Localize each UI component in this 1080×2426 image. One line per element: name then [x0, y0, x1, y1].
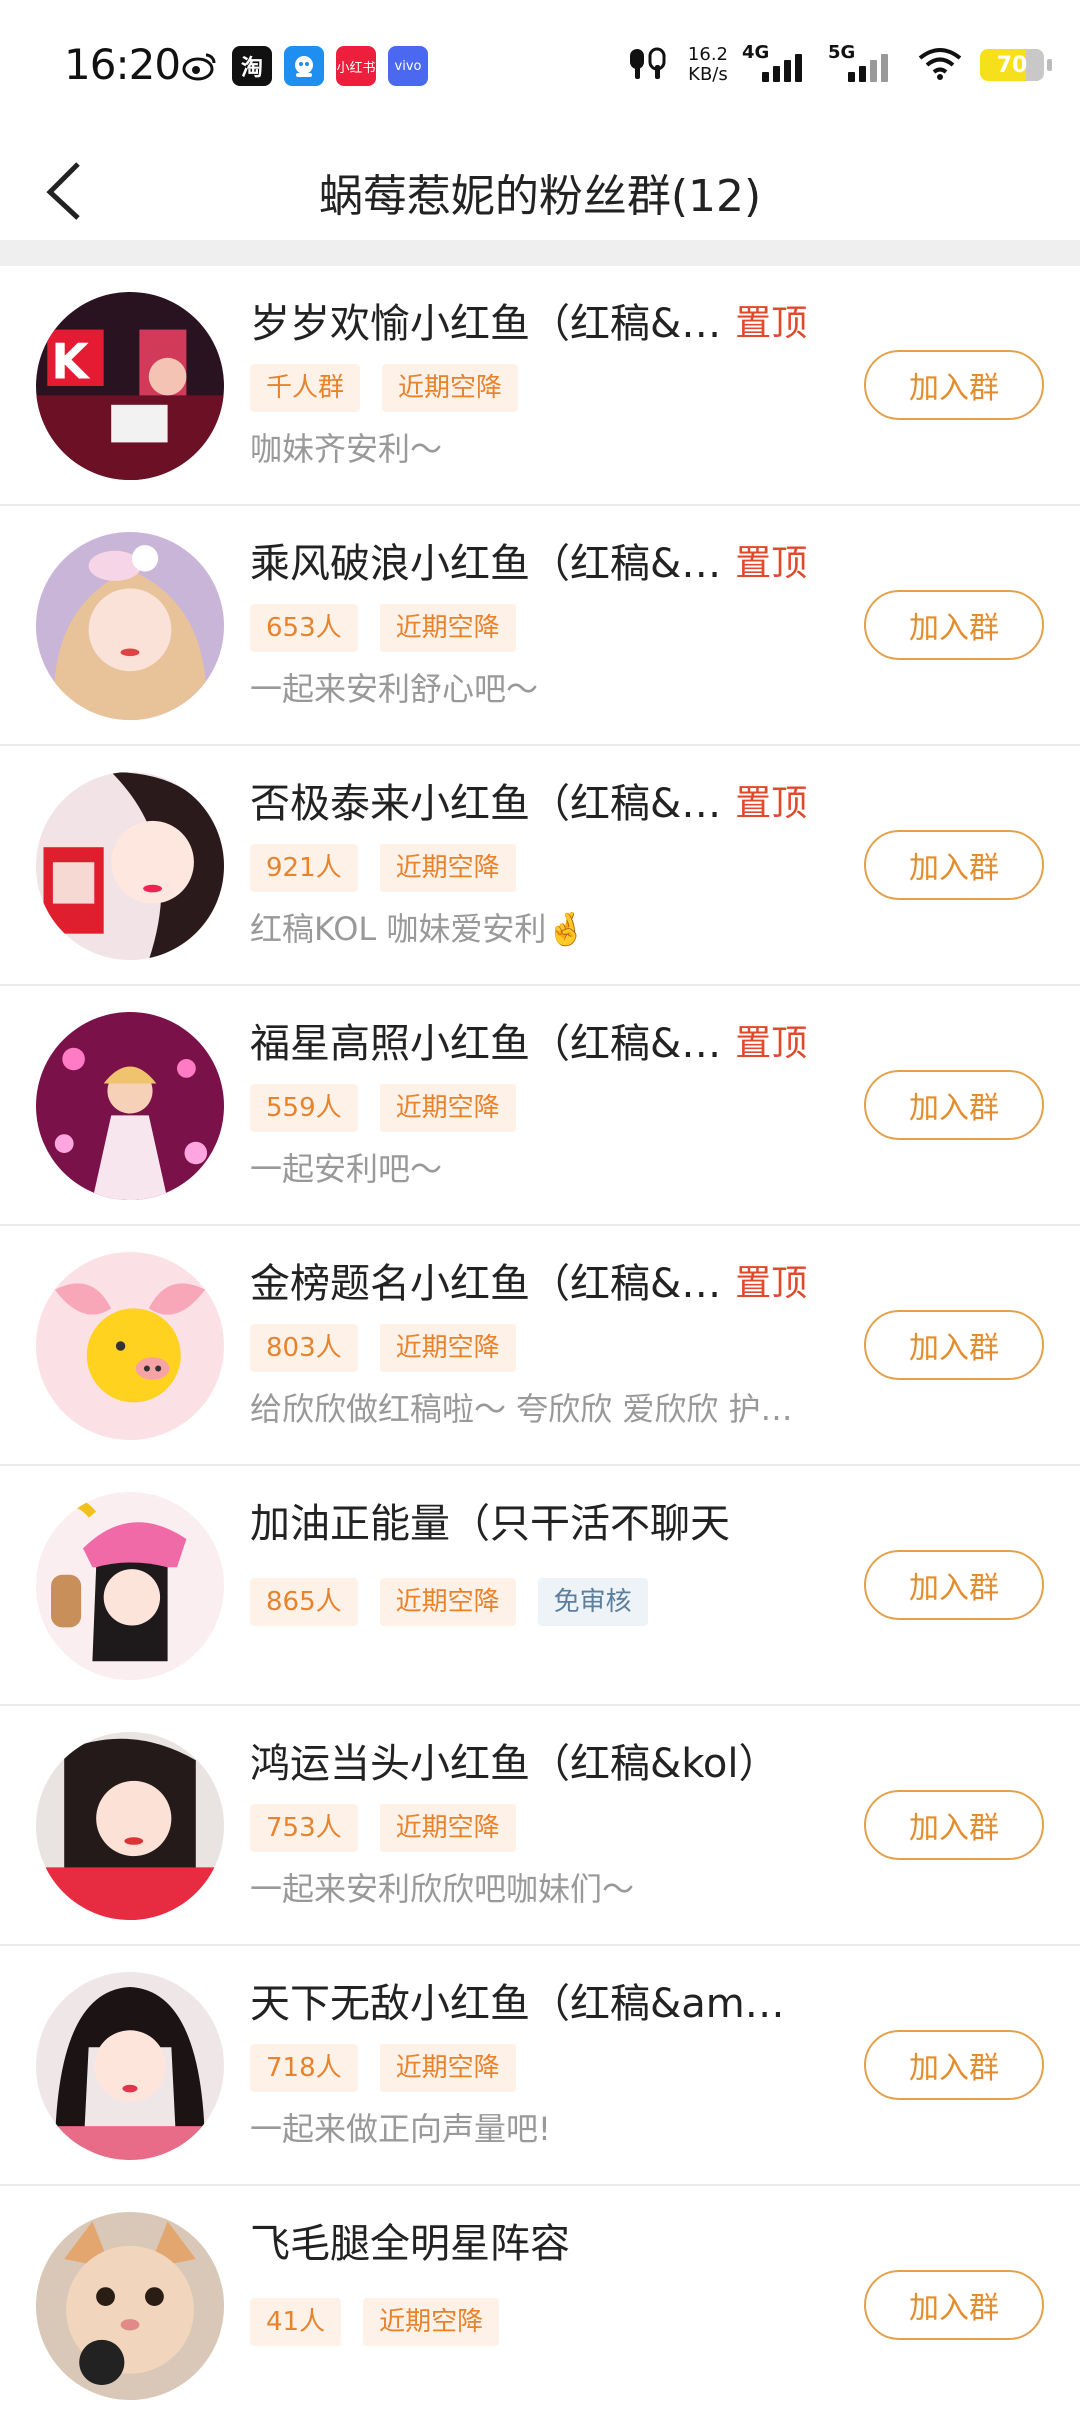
- member-count-tag: 559人: [250, 1084, 358, 1132]
- signal-4g-label: 4G: [742, 42, 770, 63]
- battery-icon: 70: [980, 49, 1052, 81]
- member-count-tag: 921人: [250, 844, 358, 892]
- join-group-button[interactable]: 加入群: [864, 1070, 1044, 1140]
- group-description: 红稿KOL 咖妹爱安利🤞: [250, 910, 587, 948]
- clock: 16:20: [64, 40, 181, 89]
- group-description: 一起来安利舒心吧～: [250, 670, 539, 708]
- wifi-icon: [918, 46, 962, 84]
- recent-tag: 近期空降: [379, 1578, 516, 1626]
- group-name: 飞毛腿全明星阵容: [250, 2221, 570, 2267]
- member-count-tag: 千人群: [250, 364, 361, 412]
- page-title: 蜗莓惹妮的粉丝群(12): [318, 171, 762, 222]
- group-row[interactable]: 否极泰来小红鱼（红稿&… 置顶 921人 近期空降 红稿KOL 咖妹爱安利🤞 加…: [0, 746, 1080, 986]
- group-avatar: [36, 1732, 224, 1920]
- recent-tag: 近期空降: [379, 1804, 516, 1852]
- pinned-label: 置顶: [735, 783, 808, 824]
- join-group-button[interactable]: 加入群: [864, 2270, 1044, 2340]
- group-row[interactable]: 乘风破浪小红鱼（红稿&… 置顶 653人 近期空降 一起来安利舒心吧～ 加入群: [0, 506, 1080, 746]
- join-group-button[interactable]: 加入群: [864, 350, 1044, 420]
- join-group-button[interactable]: 加入群: [864, 1790, 1044, 1860]
- member-count-tag: 653人: [250, 604, 358, 652]
- group-avatar: [36, 1972, 224, 2160]
- group-list: K 岁岁欢愉小红鱼（红稿&… 置顶 千人群 近期空降 咖妹齐安利～ 加入群 乘风…: [0, 266, 1080, 2426]
- group-name: 福星高照小红鱼（红稿&…: [250, 1021, 722, 1067]
- recent-tag: 近期空降: [363, 2298, 500, 2346]
- weibo-icon: [180, 46, 220, 86]
- status-right: 16.2 KB/s 4G 5G 70: [626, 40, 1052, 90]
- earbuds-icon: [626, 45, 670, 85]
- group-row[interactable]: 加油正能量（只干活不聊天 865人 近期空降 免审核 加入群: [0, 1466, 1080, 1706]
- member-count-tag: 753人: [250, 1804, 358, 1852]
- xiaohongshu-icon: 小红书: [336, 46, 376, 86]
- battery-level: 70: [996, 52, 1028, 78]
- join-group-button[interactable]: 加入群: [864, 1310, 1044, 1380]
- recent-tag: 近期空降: [379, 1324, 516, 1372]
- group-name: 岁岁欢愉小红鱼（红稿&…: [250, 301, 722, 347]
- group-name: 加油正能量（只干活不聊天: [250, 1501, 730, 1547]
- group-avatar: [36, 1492, 224, 1680]
- pinned-label: 置顶: [735, 1023, 808, 1064]
- vivo-icon: vivo: [388, 46, 428, 86]
- group-row[interactable]: 福星高照小红鱼（红稿&… 置顶 559人 近期空降 一起安利吧～ 加入群: [0, 986, 1080, 1226]
- taobao-icon: 淘: [232, 46, 272, 86]
- group-name: 乘风破浪小红鱼（红稿&…: [250, 541, 722, 587]
- recent-tag: 近期空降: [382, 364, 519, 412]
- recent-tag: 近期空降: [379, 1084, 516, 1132]
- recent-tag: 近期空降: [379, 2044, 516, 2092]
- member-count-tag: 803人: [250, 1324, 358, 1372]
- join-group-button[interactable]: 加入群: [864, 830, 1044, 900]
- group-name: 鸿运当头小红鱼（红稿&kol）: [250, 1741, 779, 1787]
- member-count-tag: 41人: [250, 2298, 342, 2346]
- recent-tag: 近期空降: [379, 604, 516, 652]
- group-row[interactable]: 金榜题名小红鱼（红稿&… 置顶 803人 近期空降 给欣欣做红稿啦～ 夸欣欣 爱…: [0, 1226, 1080, 1466]
- join-group-button[interactable]: 加入群: [864, 2030, 1044, 2100]
- svg-text:K: K: [51, 333, 91, 390]
- group-avatar: [36, 1012, 224, 1200]
- group-avatar: K: [36, 292, 224, 480]
- group-name: 否极泰来小红鱼（红稿&…: [250, 781, 722, 827]
- join-group-button[interactable]: 加入群: [864, 590, 1044, 660]
- group-avatar: [36, 2212, 224, 2400]
- group-description: 一起来做正向声量吧!: [250, 2110, 551, 2148]
- signal-5g-icon: 5G: [828, 42, 900, 82]
- member-count-tag: 865人: [250, 1578, 358, 1626]
- no-review-tag: 免审核: [537, 1578, 648, 1626]
- nav-header: 蜗莓惹妮的粉丝群(12): [0, 130, 1080, 240]
- group-row[interactable]: K 岁岁欢愉小红鱼（红稿&… 置顶 千人群 近期空降 咖妹齐安利～ 加入群: [0, 266, 1080, 506]
- divider: [0, 240, 1080, 266]
- recent-tag: 近期空降: [379, 844, 516, 892]
- group-row[interactable]: 飞毛腿全明星阵容 41人 近期空降 加入群: [0, 2186, 1080, 2426]
- robot-app-icon: [284, 46, 324, 86]
- signal-5g-label: 5G: [828, 42, 856, 63]
- net-speed: 16.2 KB/s: [688, 45, 728, 85]
- group-description: 给欣欣做红稿啦～ 夸欣欣 爱欣欣 护…: [250, 1390, 793, 1428]
- group-description: 咖妹齐安利～: [250, 430, 443, 468]
- join-group-button[interactable]: 加入群: [864, 1550, 1044, 1620]
- member-count-tag: 718人: [250, 2044, 358, 2092]
- net-speed-value: 16.2: [687, 44, 728, 65]
- pinned-label: 置顶: [735, 543, 808, 584]
- group-avatar: [36, 1252, 224, 1440]
- group-name: 金榜题名小红鱼（红稿&…: [250, 1261, 722, 1307]
- pinned-label: 置顶: [735, 303, 808, 344]
- group-avatar: [36, 532, 224, 720]
- status-bar: 16:20 淘 小红书 vivo 16.2 KB/s 4G 5G 70: [0, 0, 1080, 130]
- net-speed-unit: KB/s: [688, 64, 728, 85]
- group-name: 天下无敌小红鱼（红稿&am…: [250, 1981, 785, 2027]
- signal-4g-icon: 4G: [742, 42, 814, 82]
- pinned-label: 置顶: [735, 1263, 808, 1304]
- group-row[interactable]: 天下无敌小红鱼（红稿&am… 718人 近期空降 一起来做正向声量吧! 加入群: [0, 1946, 1080, 2186]
- group-description: 一起来安利欣欣吧咖妹们～: [250, 1870, 635, 1908]
- group-description: 一起安利吧～: [250, 1150, 443, 1188]
- group-row[interactable]: 鸿运当头小红鱼（红稿&kol） 753人 近期空降 一起来安利欣欣吧咖妹们～ 加…: [0, 1706, 1080, 1946]
- group-avatar: [36, 772, 224, 960]
